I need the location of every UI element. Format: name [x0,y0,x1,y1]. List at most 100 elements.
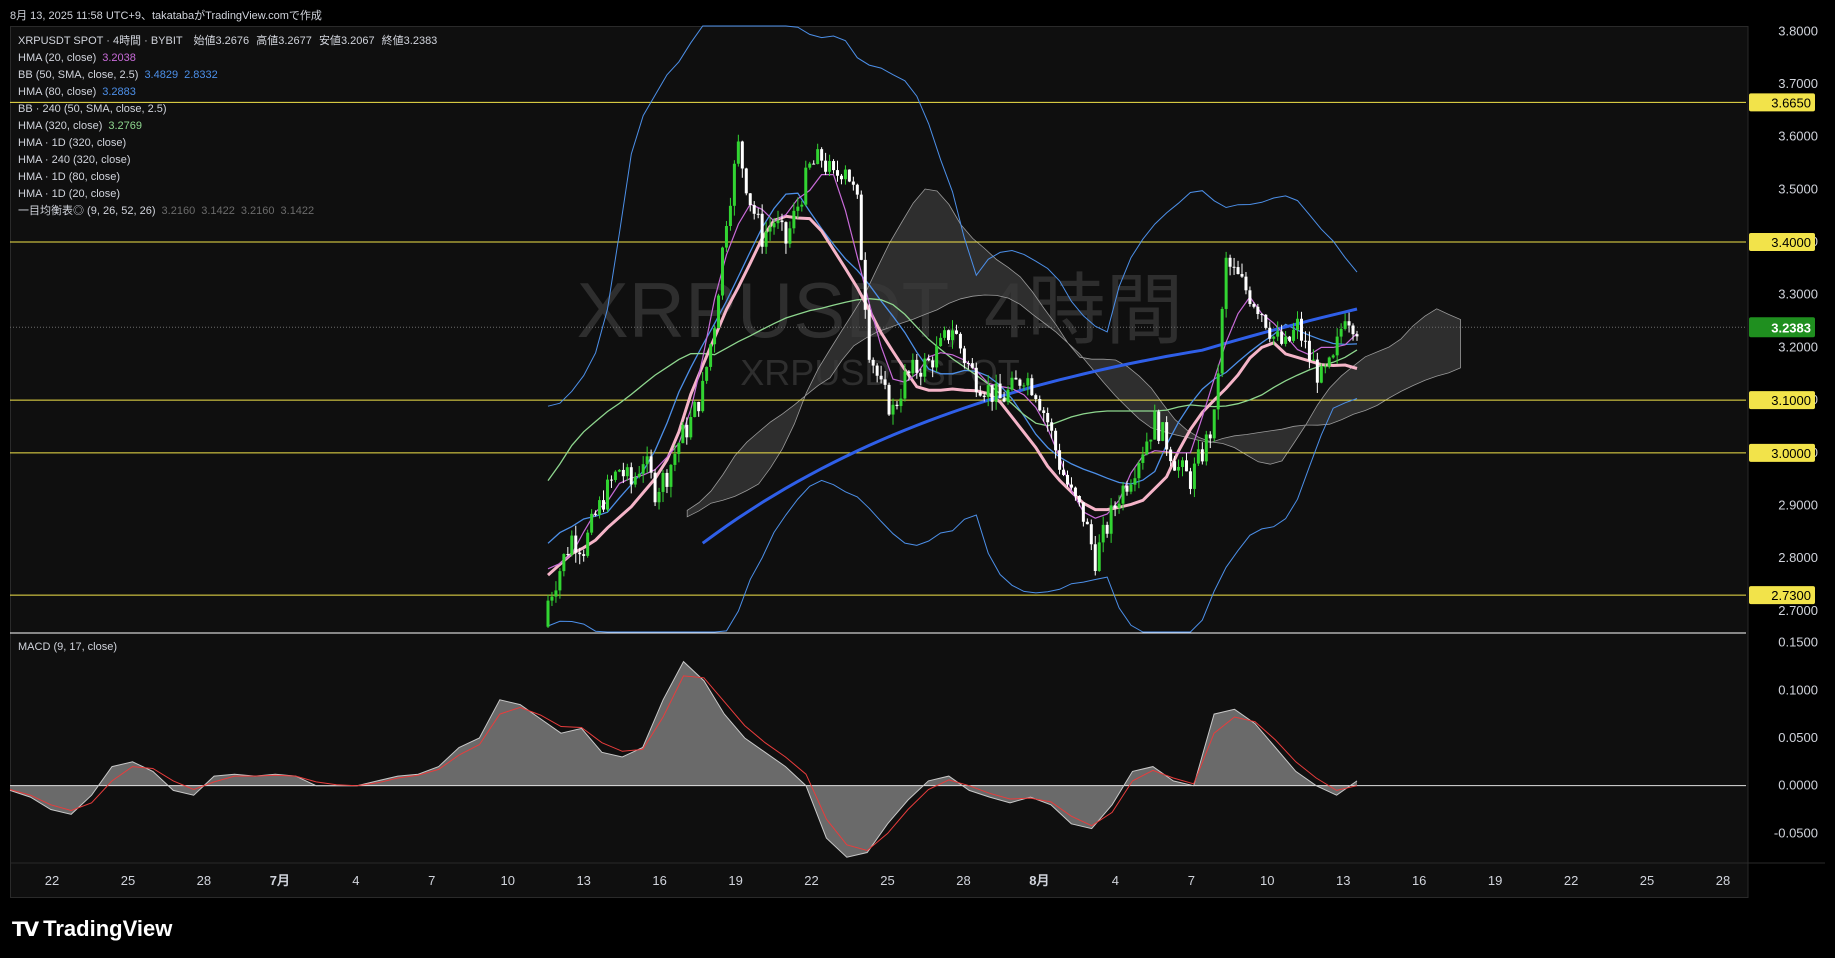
candle-body [748,193,752,206]
candle-body [1260,314,1264,316]
time-tick-label: 22 [804,873,818,888]
candle-body [677,443,681,454]
candle-body [851,181,855,185]
candle-body [1077,496,1081,503]
legend-open: 3.2676 [215,35,250,47]
time-tick-label: 13 [1336,873,1350,888]
candle-body [1141,454,1145,463]
legend-row[interactable]: HMA · 1D (320, close) [18,135,437,152]
candle-body [586,532,590,556]
time-tick-label: 16 [1412,873,1426,888]
time-tick-label: 22 [1564,873,1578,888]
legend-open-label: 始値 [193,35,216,47]
legend-row[interactable]: BB · 240 (50, SMA, close, 2.5) [18,101,437,118]
candle-body [927,358,931,361]
price-line-tag-label: 3.0000 [1771,446,1811,461]
time-tick-label: 25 [121,873,135,888]
candle-body [661,472,665,492]
candle-body [867,309,871,360]
time-tick-label: 25 [1640,873,1654,888]
legend-row[interactable]: HMA (320, close) 3.2769 [18,118,437,135]
legend-high: 3.2677 [278,35,312,47]
candle-body [705,366,709,381]
candle-body [1200,449,1204,462]
legend-row[interactable]: 一目均衡表◎ (9, 26, 52, 26) 3.2160 3.1422 3.2160… [18,203,437,220]
candle-body [990,385,994,402]
candle-body [728,205,732,227]
legend-row[interactable]: HMA (20, close) 3.2038 [18,50,437,67]
time-tick-label: 22 [45,873,59,888]
legend-close: 3.2383 [403,35,438,47]
legend-title-row[interactable]: XRPUSDT SPOT · 4時間 · BYBIT 始値3.2676 高値3.… [18,33,437,50]
candle-body [903,371,907,399]
candle-body [1165,422,1169,450]
tradingview-logo[interactable]: 𝗧𝗩 TradingView [12,916,172,942]
price-tick-label: 3.8000 [1778,23,1818,38]
candle-body [1192,463,1196,489]
time-tick-label: 4 [352,873,359,888]
price-axis-bg [1748,26,1825,898]
legend-row-value: 2.8332 [184,69,218,81]
candle-body [617,469,621,472]
candle-body [1232,266,1236,268]
time-tick-label: 8月 [1029,873,1049,888]
candle-body [974,367,978,393]
legend-row-label: HMA · 1D (320, close) [18,137,127,149]
price-line-tag-label: 2.7300 [1771,588,1811,603]
candle-body [645,456,649,465]
candle-body [1169,449,1173,462]
candle-body [828,161,832,172]
legend-high-label: 高値 [256,35,279,47]
legend-row[interactable]: BB (50, SMA, close, 2.5) 3.4829 2.8332 [18,67,437,84]
candle-body [669,464,673,487]
candle-body [1038,398,1042,411]
time-tick-label: 10 [1260,873,1274,888]
candle-body [1121,485,1125,504]
candle-body [800,204,804,207]
candle-body [1236,267,1240,275]
candle-body [1311,359,1315,361]
tradingview-mark-icon: 𝗧𝗩 [12,918,39,941]
price-tick-label: 3.6000 [1778,129,1818,144]
time-tick-label: 16 [652,873,666,888]
candle-body [689,416,693,438]
candle-body [1046,412,1050,423]
legend-row-value: 3.2883 [102,86,136,98]
candle-body [1299,318,1303,341]
time-tick-label: 28 [956,873,970,888]
candle-body [1125,485,1129,492]
price-tick-label: 3.5000 [1778,181,1818,196]
candle-body [657,491,661,503]
candle-body [863,259,867,310]
candle-body [1184,460,1188,472]
legend-row[interactable]: HMA · 240 (320, close) [18,152,437,169]
candle-body [855,184,859,195]
candle-body [1137,462,1141,479]
candle-body [701,380,705,412]
candle-body [1276,331,1280,337]
candle-body [982,395,986,397]
time-tick-label: 28 [197,873,211,888]
candle-body [1339,328,1343,337]
legend-row-label: HMA (20, close) [18,52,97,64]
time-tick-label: 19 [1488,873,1502,888]
candle-body [994,383,998,402]
candle-body [760,213,764,247]
candle-body [879,375,883,380]
legend-row[interactable]: HMA · 1D (20, close) [18,186,437,203]
legend-row[interactable]: HMA (80, close) 3.2883 [18,84,437,101]
macd-legend[interactable]: MACD (9, 17, close) [18,641,117,653]
candle-body [883,379,887,385]
candle-body [824,160,828,172]
candle-body [780,220,784,223]
last-price-tag-label: 3.2383 [1771,320,1811,335]
candle-body [1319,366,1323,383]
candle-body [907,371,911,374]
candle-body [919,372,923,377]
candle-body [1216,373,1220,410]
legend-row[interactable]: HMA · 1D (80, close) [18,169,437,186]
price-tick-label: 3.7000 [1778,76,1818,91]
time-tick-label: 28 [1716,873,1730,888]
candle-body [966,363,970,365]
legend-close-label: 終値 [381,35,404,47]
